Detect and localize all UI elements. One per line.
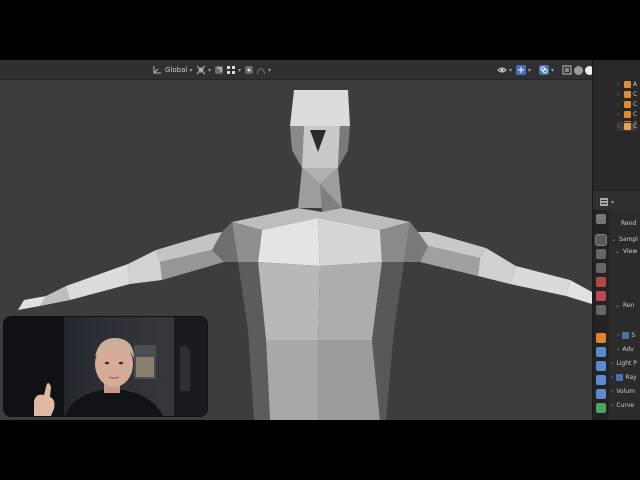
chevron-right-icon: › [617, 332, 620, 339]
guitar-silhouette [180, 345, 190, 391]
chevron-right-icon: › [617, 81, 620, 88]
view-layer-tab-icon[interactable] [596, 263, 606, 273]
webcam-overlay [3, 316, 208, 417]
render-context-label: Rend [621, 220, 637, 227]
properties-content: Rend ⌄ Sampl ⌄ View ⌄ Ren › S › Adv › Light P … [609, 210, 640, 420]
chevron-down-icon: ▾ [611, 198, 615, 206]
chevron-down-icon: ⌄ [611, 236, 617, 243]
volumes-panel[interactable]: › Volum [611, 388, 635, 395]
object-icon [624, 123, 631, 130]
object-icon [624, 91, 631, 98]
chevron-right-icon: › [617, 346, 620, 353]
constraints-tab-icon[interactable] [596, 389, 606, 399]
curves-panel[interactable]: › Curve [611, 402, 634, 409]
output-tab-icon[interactable] [596, 249, 606, 259]
particles-tab-icon[interactable] [596, 361, 606, 371]
data-tab-icon[interactable] [596, 403, 606, 413]
chevron-right-icon: › [617, 101, 620, 108]
collection-tab-icon[interactable] [596, 305, 606, 315]
sampling-panel[interactable]: ⌄ Sampl [611, 236, 638, 243]
object-icon [624, 111, 631, 118]
editor-type-dropdown[interactable]: ▾ [599, 195, 614, 209]
properties-editor-icon [600, 198, 608, 206]
outliner-item-selected[interactable]: › C [617, 122, 638, 131]
chevron-right-icon: › [617, 111, 620, 118]
world-tab-icon[interactable] [596, 291, 606, 301]
checkbox-checked-icon[interactable] [622, 332, 630, 339]
outliner-item[interactable]: › A [617, 80, 637, 89]
chevron-right-icon: › [617, 91, 620, 98]
object-icon [624, 81, 631, 88]
outliner-item[interactable]: ›C [617, 90, 637, 99]
outliner-panel: ›A ›C ›C ›C ›C ›C [592, 60, 640, 190]
physics-tab-icon[interactable] [596, 375, 606, 385]
chevron-right-icon: › [611, 388, 614, 395]
chevron-right-icon: › [611, 402, 614, 409]
render-subpanel[interactable]: ⌄ Ren [615, 302, 634, 309]
modifiers-tab-icon[interactable] [596, 347, 606, 357]
render-tab-icon[interactable] [595, 234, 607, 246]
chevron-down-icon: ⌄ [615, 248, 621, 255]
light-paths-panel[interactable]: › Light P [611, 360, 637, 367]
presenter-video-frame [4, 317, 207, 416]
properties-header: ▾ [592, 190, 640, 210]
advanced-subpanel[interactable]: › Adv [617, 346, 634, 353]
outliner-item[interactable]: ›C [617, 100, 637, 109]
checkbox-checked-icon[interactable] [616, 374, 624, 381]
object-tab-icon[interactable] [596, 333, 606, 343]
chevron-right-icon: › [611, 374, 614, 381]
tool-tab-icon[interactable] [596, 214, 606, 224]
viewport-subpanel[interactable]: ⌄ View [615, 248, 637, 255]
raytracing-panel[interactable]: › Ray [611, 374, 637, 381]
sampling-checkbox-row[interactable]: › S [617, 332, 635, 339]
chevron-right-icon: › [611, 360, 614, 367]
properties-panel: Rend ⌄ Sampl ⌄ View ⌄ Ren › S › Adv › Light P … [592, 210, 640, 420]
object-icon [624, 101, 631, 108]
chevron-right-icon: › [617, 123, 620, 130]
chevron-down-icon: ⌄ [615, 302, 621, 309]
outliner-item[interactable]: ›C [617, 110, 637, 119]
properties-tabs [593, 210, 609, 420]
scene-tab-icon[interactable] [596, 277, 606, 287]
